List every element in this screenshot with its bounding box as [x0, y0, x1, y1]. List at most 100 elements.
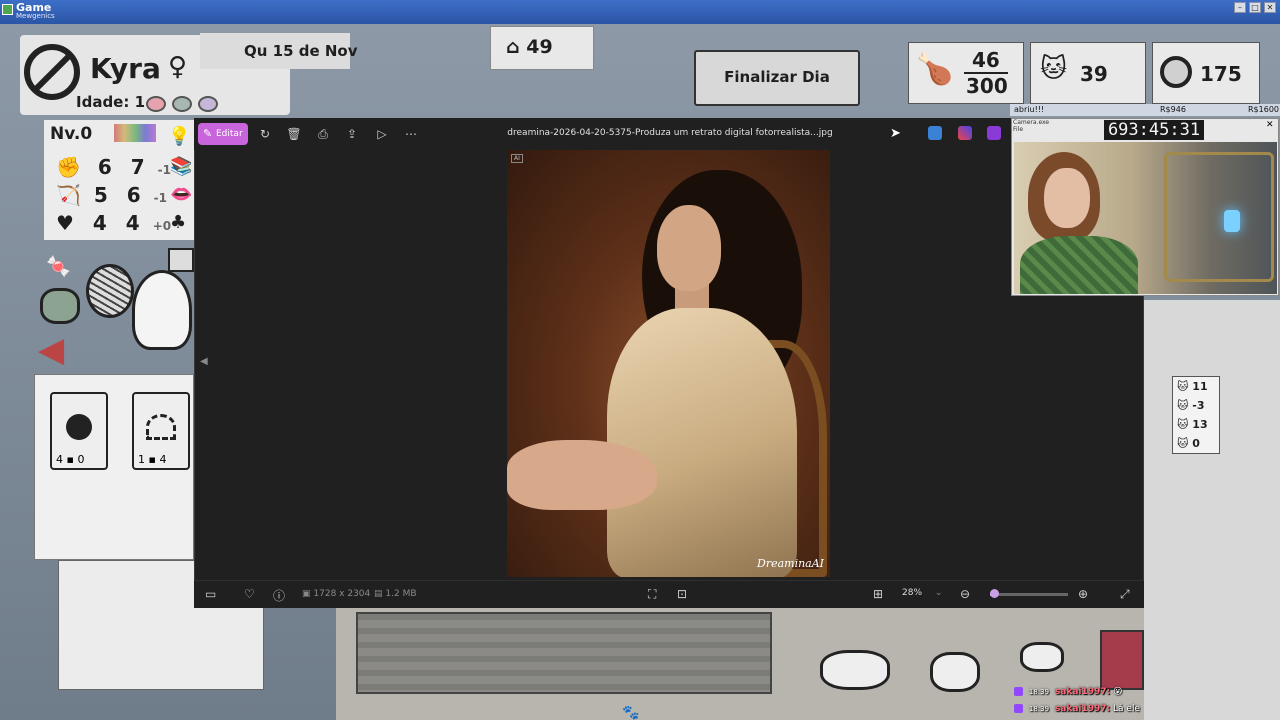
crop-view-icon[interactable]: ⊞	[873, 587, 883, 601]
house-icon: ⌂	[506, 36, 520, 58]
more-options-icon[interactable]: ⋯	[403, 126, 419, 142]
cat-sprite-2[interactable]	[930, 652, 980, 692]
webcam-shelf	[1164, 152, 1274, 282]
cat-sprite[interactable]	[132, 270, 192, 350]
close-button[interactable]: ✕	[1264, 2, 1276, 13]
displayed-photo[interactable]: AI DreaminaAI	[507, 150, 830, 577]
edit-label: Editar	[216, 129, 243, 139]
zoom-select[interactable]: 28% ⌄	[902, 588, 942, 598]
file-size: ▤ 1.2 MB	[374, 589, 417, 599]
stream-goal-bar: abriu!!! R$946 R$1600	[1010, 104, 1280, 116]
zoom-slider-handle[interactable]	[989, 589, 999, 598]
print-icon[interactable]: ⎙	[315, 126, 331, 142]
cat-face-icon	[40, 288, 80, 324]
level-bar	[114, 124, 156, 142]
streamer-body	[1020, 236, 1138, 294]
stat-row-strength: ✊ 6 7 -1	[56, 155, 171, 179]
food-max: 300	[966, 74, 1008, 98]
actual-size-icon[interactable]: ⛶	[648, 587, 656, 602]
no-sign-icon	[24, 44, 80, 100]
female-icon: ♀	[168, 52, 188, 82]
stat-row-constitution: ♥ 4 4 +0	[56, 211, 172, 235]
share-icon[interactable]: ⇪	[344, 126, 360, 142]
previous-image-icon[interactable]: ◀	[200, 356, 208, 367]
ability-1-count: 4 ▪ 0	[56, 453, 85, 466]
zoom-value: 28%	[902, 588, 923, 598]
photo-robe	[607, 308, 797, 577]
cats-count: 39	[1080, 62, 1108, 86]
cat-sprite-3[interactable]	[1020, 642, 1064, 672]
zoom-in-icon[interactable]: ⊕	[1078, 587, 1088, 601]
zoom-slider-track[interactable]	[990, 593, 1068, 596]
info-icon[interactable]: ⓘ	[273, 587, 285, 604]
strength-icon: ✊	[56, 155, 81, 179]
extension-icon-2[interactable]	[958, 126, 972, 140]
candy-icon: 🍬	[46, 254, 71, 278]
fit-screen-icon[interactable]: ⊡	[677, 587, 687, 601]
filmstrip-icon[interactable]: ▭	[205, 587, 216, 601]
back-arrow-icon[interactable]: ◀	[38, 330, 64, 370]
rotate-icon[interactable]: ↻	[257, 126, 273, 142]
food-current: 46	[972, 48, 1000, 72]
heart-icon: ♥	[56, 211, 74, 235]
webcam-close-icon[interactable]: ✕	[1266, 120, 1274, 130]
meat-icon: 🍗	[916, 52, 954, 87]
twitch-icon	[1014, 704, 1023, 713]
house-count: 49	[526, 36, 553, 58]
webcam-feed	[1014, 142, 1277, 294]
chat-message: 18:39 sakai1997: Lá ele	[1014, 704, 1140, 714]
bow-icon: 🏹	[56, 183, 81, 207]
photo-face	[657, 205, 721, 291]
fullscreen-icon[interactable]: ⤢	[1120, 587, 1130, 602]
photo-legs	[507, 440, 657, 510]
cat-name: Kyra	[90, 52, 161, 85]
slideshow-icon[interactable]: ▷	[374, 126, 390, 142]
end-day-button[interactable]: Finalizar Dia	[694, 50, 860, 106]
ability-2-icon	[146, 414, 176, 440]
window-subtitle: Mewgenics	[16, 12, 55, 20]
face-mood-icon[interactable]	[172, 96, 192, 112]
coin-icon	[1160, 56, 1192, 88]
webcam-lamp	[1224, 210, 1240, 232]
clover-icon: ♣	[170, 212, 187, 233]
cat-mood-icon[interactable]	[198, 96, 218, 112]
cat-head-icon: 🐱	[1040, 54, 1068, 84]
maximize-button[interactable]: □	[1249, 2, 1261, 13]
goal-label: abriu!!!	[1014, 105, 1045, 114]
ability-card-2[interactable]: 1 ▪ 4	[132, 392, 190, 470]
ability-card-1[interactable]: 4 ▪ 0	[50, 392, 108, 470]
mouse-cursor-icon: ➤	[890, 126, 901, 141]
wood-planks	[356, 612, 772, 694]
window-title-bar: Game Mewgenics – □ ✕	[0, 0, 1280, 24]
date-label: Qu 15 de Nov	[244, 42, 358, 60]
zoom-out-icon[interactable]: ⊖	[960, 587, 970, 601]
file-size-icon: ▤	[374, 589, 383, 599]
subathon-timer: 693:45:31	[1104, 120, 1204, 140]
streamer-face	[1044, 168, 1090, 228]
favorite-heart-icon[interactable]: ♡	[244, 587, 255, 601]
file-name: dreamina-2026-04-20-5375-Produza um retr…	[507, 128, 833, 138]
ability-2-count: 1 ▪ 4	[138, 453, 167, 466]
side-count-1: 🐱 11	[1177, 380, 1208, 393]
side-count-4: 🐱 0	[1177, 437, 1200, 450]
ai-badge: AI	[511, 154, 523, 163]
heart-mood-icon[interactable]	[146, 96, 166, 112]
stat-row-dexterity: 🏹 5 6 -1	[56, 183, 167, 207]
side-counter-list: 🐱 11 🐱 -3 🐱 13 🐱 0	[1172, 376, 1220, 454]
goal-target: R$1600	[1248, 105, 1280, 114]
twitch-icon	[1014, 687, 1023, 696]
edit-button[interactable]: ✎ Editar	[198, 123, 248, 145]
app-icon	[2, 4, 13, 15]
cat-sleeping-sprite[interactable]	[820, 650, 890, 690]
extension-icon-3[interactable]	[987, 126, 1001, 140]
book-icon: 📚	[170, 156, 193, 177]
cat-portrait-icon[interactable]	[168, 248, 194, 272]
delete-icon[interactable]: 🗑	[286, 126, 302, 142]
minimize-button[interactable]: –	[1234, 2, 1246, 13]
extension-icon-1[interactable]	[928, 126, 942, 140]
red-shelf	[1100, 630, 1144, 690]
age-label: Idade: 1	[76, 93, 146, 111]
paw-icon: 🐾	[622, 705, 640, 720]
goal-current: R$946	[1160, 105, 1186, 114]
house-counter: ⌂ 49	[506, 36, 553, 58]
